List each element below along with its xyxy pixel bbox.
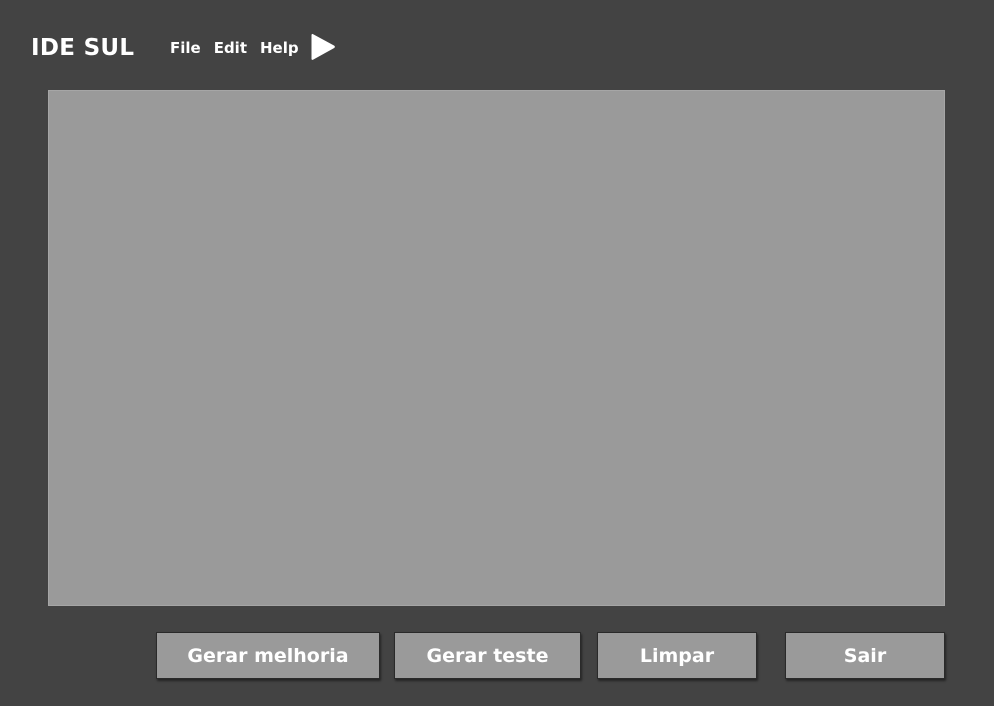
generate-test-button[interactable]: Gerar teste: [394, 632, 581, 679]
clear-button[interactable]: Limpar: [597, 632, 757, 679]
exit-button[interactable]: Sair: [785, 632, 945, 679]
generate-improvement-button[interactable]: Gerar melhoria: [156, 632, 380, 679]
menu-edit[interactable]: Edit: [214, 37, 247, 59]
menu-help[interactable]: Help: [260, 37, 299, 59]
code-editor[interactable]: [48, 90, 945, 606]
app-title: IDE SUL: [31, 35, 135, 61]
menu-bar: File Edit Help: [170, 37, 312, 59]
menu-file[interactable]: File: [170, 37, 201, 59]
play-icon-shape: [311, 33, 335, 60]
play-icon[interactable]: [310, 33, 336, 61]
